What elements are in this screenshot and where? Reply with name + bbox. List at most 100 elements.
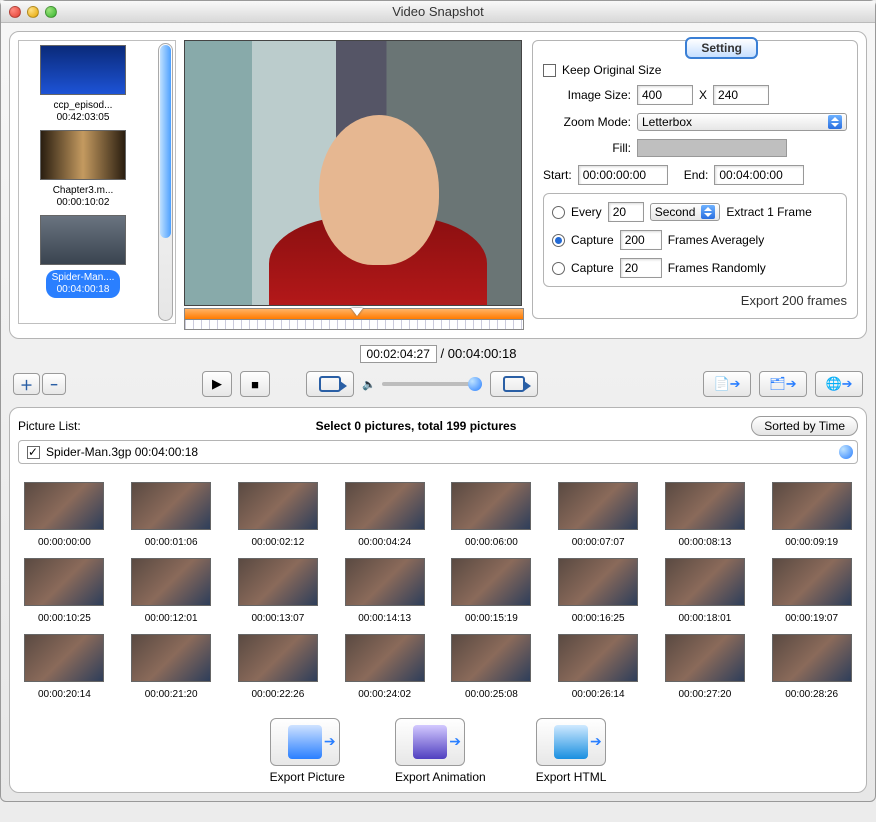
thumbnail-cell[interactable]: 00:00:27:20: [659, 634, 752, 700]
thumbnail-cell[interactable]: 00:00:14:13: [338, 558, 431, 624]
avg-radio[interactable]: [552, 234, 565, 247]
frame-thumbnail: [238, 634, 318, 682]
sort-button[interactable]: Sorted by Time: [751, 416, 858, 436]
thumbnail-cell[interactable]: 00:00:16:25: [552, 558, 645, 624]
file-row[interactable]: Spider-Man.3gp 00:04:00:18: [18, 440, 858, 464]
frame-timestamp: 00:00:12:01: [125, 613, 218, 624]
thumbnail-cell[interactable]: 00:00:10:25: [18, 558, 111, 624]
list-scrollbar-thumb[interactable]: [839, 445, 853, 459]
zoom-icon[interactable]: [45, 6, 57, 18]
snapshot-button[interactable]: [306, 371, 354, 397]
frame-thumbnail: [665, 482, 745, 530]
frame-thumbnail: [238, 558, 318, 606]
thumbnail-cell[interactable]: 00:00:13:07: [232, 558, 325, 624]
height-input[interactable]: [713, 85, 769, 105]
every-value-input[interactable]: [608, 202, 644, 222]
frame-timestamp: 00:00:09:19: [765, 537, 858, 548]
rand-radio[interactable]: [552, 262, 565, 275]
traffic-lights: [9, 6, 57, 18]
thumbnail-cell[interactable]: 00:00:01:06: [125, 482, 218, 548]
thumbnail-cell[interactable]: 00:00:00:00: [18, 482, 111, 548]
avg-value-input[interactable]: [620, 230, 662, 250]
thumbnail-cell[interactable]: 00:00:20:14: [18, 634, 111, 700]
tab-setting[interactable]: Setting: [685, 37, 758, 59]
export-html-button[interactable]: [536, 718, 606, 766]
preview-column: [184, 40, 524, 330]
thumbnail-cell[interactable]: 00:00:12:01: [125, 558, 218, 624]
total-time: 00:04:00:18: [448, 346, 517, 361]
thumbnail-cell[interactable]: 00:00:08:13: [659, 482, 752, 548]
volume-slider[interactable]: [382, 382, 482, 386]
export-animation-button[interactable]: [395, 718, 465, 766]
thumbnail-cell[interactable]: 00:00:02:12: [232, 482, 325, 548]
thumbnail-cell[interactable]: 00:00:04:24: [338, 482, 431, 548]
timeline[interactable]: [184, 308, 524, 320]
sidebar-item[interactable]: Spider-Man....00:04:00:18: [23, 215, 143, 298]
thumbnail-cell[interactable]: 00:00:21:20: [125, 634, 218, 700]
sidebar-item[interactable]: Chapter3.m...00:00:10:02: [23, 130, 143, 209]
thumbnail-cell[interactable]: 00:00:19:07: [765, 558, 858, 624]
thumbnail-cell[interactable]: 00:00:28:26: [765, 634, 858, 700]
frame-thumbnail: [345, 482, 425, 530]
export-image-button[interactable]: 📄➔: [703, 371, 751, 397]
export-web-button[interactable]: 🌐➔: [815, 371, 863, 397]
thumbnail-cell[interactable]: 00:00:26:14: [552, 634, 645, 700]
thumbnail-cell[interactable]: 00:00:06:00: [445, 482, 538, 548]
sidebar-scrollbar[interactable]: [158, 43, 173, 321]
every-radio[interactable]: [552, 206, 565, 219]
export-picture-button[interactable]: [270, 718, 340, 766]
frame-timestamp: 00:00:00:00: [18, 537, 111, 548]
ie-icon: [554, 725, 588, 759]
end-input[interactable]: [714, 165, 804, 185]
zoom-value: Letterbox: [642, 115, 822, 129]
thumbnail-cell[interactable]: 00:00:25:08: [445, 634, 538, 700]
app-window: Video Snapshot ccp_episod...00:42:03:05C…: [0, 0, 876, 802]
thumbnail-cell[interactable]: 00:00:22:26: [232, 634, 325, 700]
thumbnail-cell[interactable]: 00:00:18:01: [659, 558, 752, 624]
every-suffix: Extract 1 Frame: [726, 205, 811, 219]
page-arrow-icon: 📄➔: [713, 376, 740, 392]
start-input[interactable]: [578, 165, 668, 185]
thumbnail-cell[interactable]: 00:00:09:19: [765, 482, 858, 548]
frame-timestamp: 00:00:13:07: [232, 613, 325, 624]
plus-icon: ＋: [20, 375, 33, 394]
frame-timestamp: 00:00:01:06: [125, 537, 218, 548]
keep-original-checkbox[interactable]: [543, 64, 556, 77]
export-count: Export 200 frames: [543, 293, 847, 308]
frame-thumbnail: [665, 558, 745, 606]
frame-timestamp: 00:00:28:26: [765, 689, 858, 700]
video-thumbnail: [40, 130, 126, 180]
frame-thumbnail: [345, 558, 425, 606]
video-thumbnail: [40, 45, 126, 95]
sidebar-item-label: Chapter3.m...00:00:10:02: [23, 185, 143, 209]
width-input[interactable]: [637, 85, 693, 105]
capture-mode-box: Every Second Extract 1 Frame Capture: [543, 193, 847, 287]
rand-value-input[interactable]: [620, 258, 662, 278]
avg-suffix: Frames Averagely: [668, 233, 765, 247]
file-checkbox[interactable]: [27, 446, 40, 459]
video-preview[interactable]: [184, 40, 522, 306]
stop-button[interactable]: ■: [240, 371, 270, 397]
zoom-select[interactable]: Letterbox: [637, 113, 847, 131]
camera-icon: [319, 376, 341, 392]
remove-button[interactable]: −: [42, 373, 66, 395]
thumbnail-cell[interactable]: 00:00:07:07: [552, 482, 645, 548]
every-unit-select[interactable]: Second: [650, 203, 721, 221]
close-icon[interactable]: [9, 6, 21, 18]
minimize-icon[interactable]: [27, 6, 39, 18]
thumbnail-cell[interactable]: 00:00:15:19: [445, 558, 538, 624]
fill-color-well[interactable]: [637, 139, 787, 157]
play-button[interactable]: ▶: [202, 371, 232, 397]
export-picture-label: Export Picture: [270, 770, 345, 784]
sidebar-item[interactable]: ccp_episod...00:42:03:05: [23, 45, 143, 124]
timeline-ruler[interactable]: [184, 320, 524, 330]
thumbnail-cell[interactable]: 00:00:24:02: [338, 634, 431, 700]
playhead-icon[interactable]: [351, 308, 363, 316]
keep-original-label: Keep Original Size: [562, 63, 661, 77]
globe-arrow-icon: 🌐➔: [825, 376, 852, 392]
snapshot-range-button[interactable]: [490, 371, 538, 397]
sidebar-item-label: Spider-Man....00:04:00:18: [46, 270, 121, 298]
frame-thumbnail: [238, 482, 318, 530]
add-button[interactable]: ＋: [13, 373, 40, 395]
export-multi-button[interactable]: 🗂➔: [759, 371, 807, 397]
